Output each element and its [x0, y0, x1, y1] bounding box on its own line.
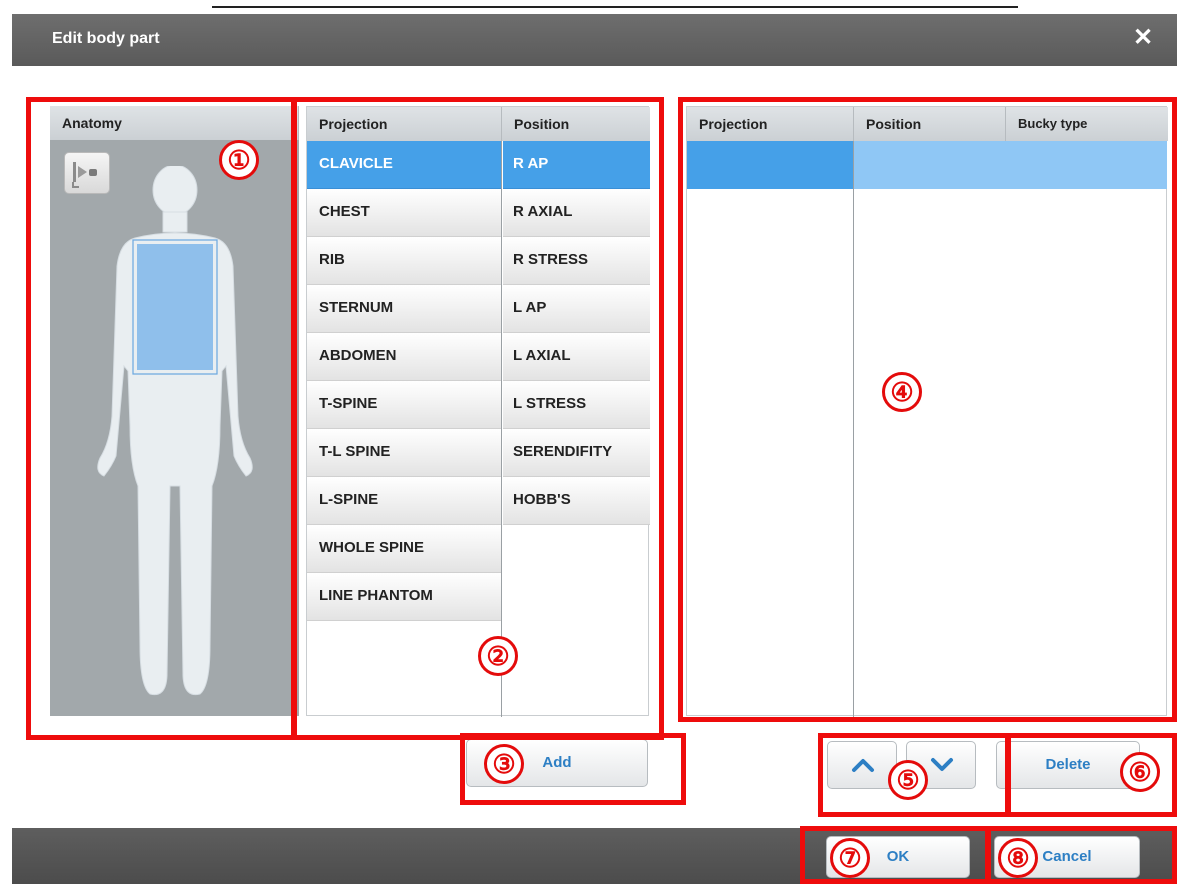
position-item[interactable]: R AXIAL — [503, 189, 650, 237]
table-header-projection: Projection — [687, 107, 854, 141]
projection-item[interactable]: WHOLE SPINE — [307, 525, 502, 573]
top-divider-line — [212, 6, 1018, 8]
callout-number-4: ④ — [882, 372, 922, 412]
delete-button[interactable]: Delete — [996, 741, 1140, 789]
projection-position-list: Projection Position CLAVICLE CHEST RIB S… — [306, 106, 650, 717]
projection-item[interactable]: RIB — [307, 237, 502, 285]
callout-number-7: ⑦ — [830, 838, 870, 878]
callout-number-1: ① — [219, 140, 259, 180]
anatomy-panel: Anatomy — [50, 106, 299, 716]
dialog-titlebar: Edit body part ✕ — [12, 14, 1177, 66]
position-column-header: Position — [502, 107, 650, 141]
selected-items-table: Projection Position Bucky type — [686, 106, 1168, 717]
position-item[interactable]: L AXIAL — [503, 333, 650, 381]
projection-item[interactable]: STERNUM — [307, 285, 502, 333]
projection-item[interactable]: CHEST — [307, 189, 502, 237]
table-row-selected-cell[interactable] — [687, 141, 853, 189]
table-header-position: Position — [854, 107, 1006, 141]
position-item[interactable]: L STRESS — [503, 381, 650, 429]
dialog-title: Edit body part — [52, 30, 160, 47]
table-row-selected-cell[interactable] — [854, 141, 1167, 189]
position-item[interactable]: SERENDIFITY — [503, 429, 650, 477]
table-divider — [853, 141, 854, 717]
callout-number-2: ② — [478, 636, 518, 676]
table-header-bucky-type: Bucky type — [1006, 107, 1168, 141]
position-item[interactable]: L AP — [503, 285, 650, 333]
projection-item[interactable]: T-SPINE — [307, 381, 502, 429]
anatomy-header: Anatomy — [50, 106, 299, 140]
chevron-up-icon — [852, 759, 874, 772]
projection-item[interactable]: ABDOMEN — [307, 333, 502, 381]
callout-number-6: ⑥ — [1120, 752, 1160, 792]
close-icon[interactable]: ✕ — [1131, 25, 1155, 51]
projection-list: CLAVICLE CHEST RIB STERNUM ABDOMEN T-SPI… — [307, 141, 502, 621]
position-item[interactable]: HOBB'S — [503, 477, 650, 525]
projection-column-header: Projection — [307, 107, 502, 141]
move-up-button[interactable] — [827, 741, 897, 789]
position-item[interactable]: R STRESS — [503, 237, 650, 285]
list-divider — [501, 141, 502, 717]
projection-item[interactable]: L-SPINE — [307, 477, 502, 525]
chevron-down-icon — [931, 758, 953, 771]
projection-item[interactable]: CLAVICLE — [307, 141, 502, 189]
position-list: R AP R AXIAL R STRESS L AP L AXIAL L STR… — [503, 141, 650, 525]
projection-item[interactable]: T-L SPINE — [307, 429, 502, 477]
callout-number-3: ③ — [484, 744, 524, 784]
callout-number-5: ⑤ — [888, 760, 928, 800]
callout-number-8: ⑧ — [998, 838, 1038, 878]
projection-item[interactable]: LINE PHANTOM — [307, 573, 502, 621]
body-silhouette[interactable] — [80, 166, 270, 706]
position-item[interactable]: R AP — [503, 141, 650, 189]
